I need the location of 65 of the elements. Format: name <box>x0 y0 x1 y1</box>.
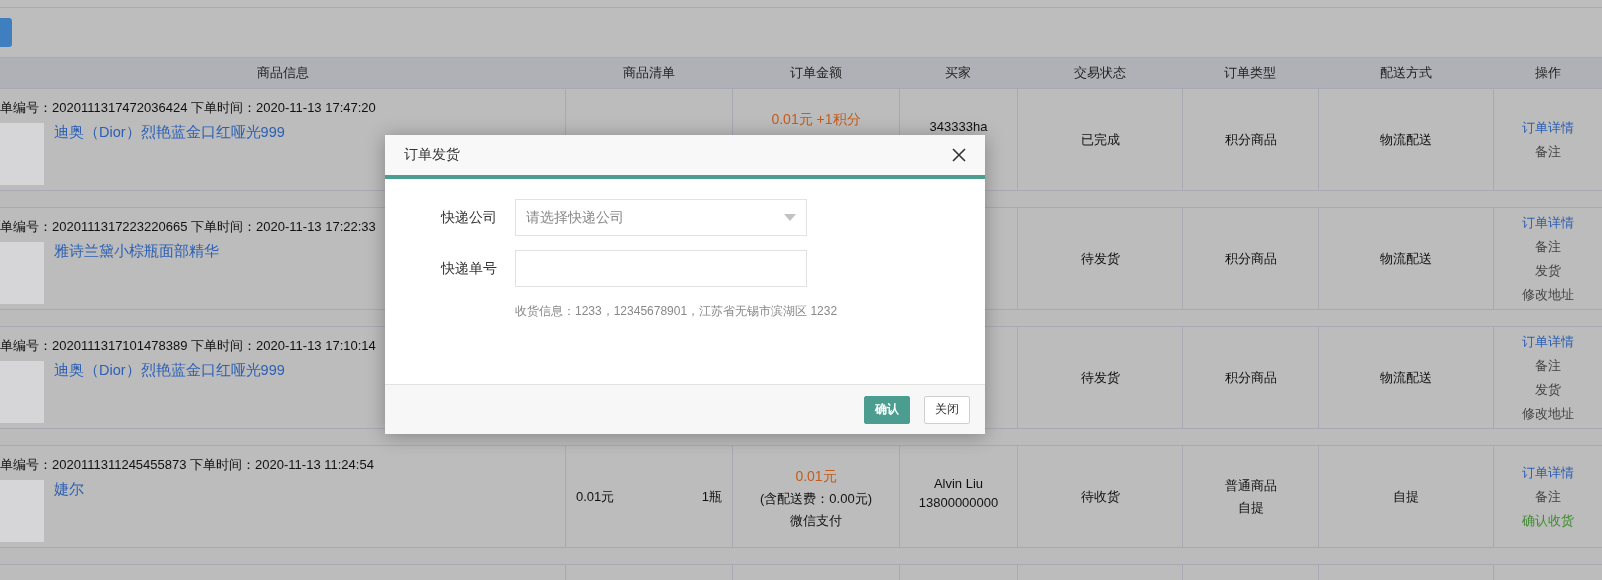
field-label: 快递单号 <box>439 259 497 278</box>
column-header: 操作 <box>1534 64 1561 82</box>
order-status: 待收货 <box>1080 487 1120 506</box>
order-info: 单编号：2020111317472036424 下单时间：2020-11-13 17:47:20 <box>0 99 377 117</box>
order-status: 已完成 <box>1080 130 1120 149</box>
action-link[interactable]: 修改地址 <box>1522 404 1574 423</box>
close-button[interactable]: 关闭 <box>924 395 970 424</box>
action-link[interactable]: 订单详情 <box>1522 463 1574 482</box>
close-button[interactable] <box>951 147 967 163</box>
order-amount: 0.01元 +1积分 <box>771 111 861 129</box>
action-link[interactable]: 订单详情 <box>1522 213 1574 232</box>
column-header: 配送方式 <box>1379 64 1432 82</box>
delivery-method: 物流配送 <box>1380 130 1432 149</box>
action-link[interactable]: 修改地址 <box>1522 285 1574 304</box>
product-link[interactable]: 婕尔 <box>54 480 84 499</box>
column-header: 商品信息 <box>256 64 309 82</box>
column-header: 订单类型 <box>1224 64 1276 82</box>
order-status: 待发货 <box>1080 249 1120 268</box>
product-thumbnail <box>0 361 44 423</box>
order-type: 普通商品 <box>1224 476 1277 495</box>
buyer-info: 343333ha <box>929 119 988 134</box>
order-type: 积分商品 <box>1224 130 1277 149</box>
item-quantity: 1瓶 <box>701 487 722 506</box>
column-header: 订单金额 <box>789 64 842 82</box>
order-type: 积分商品 <box>1224 368 1277 387</box>
amount-detail: (含配送费：0.00元) <box>760 490 872 508</box>
product-thumbnail <box>0 480 44 542</box>
buyer-info: 13800000000 <box>918 495 999 510</box>
column-header: 商品清单 <box>622 64 675 82</box>
action-link[interactable]: 确认收货 <box>1522 511 1574 530</box>
product-link[interactable]: 迪奥（Dior）烈艳蓝金口红哑光999 <box>54 361 285 380</box>
delivery-method: 物流配送 <box>1380 368 1432 387</box>
product-thumbnail <box>0 123 44 185</box>
buyer-info: Alvin Liu <box>933 476 984 491</box>
order-amount: 0.01元 <box>795 468 837 486</box>
confirm-button[interactable]: 确认 <box>864 395 910 424</box>
action-link[interactable]: 备注 <box>1535 487 1561 506</box>
action-link[interactable]: 订单详情 <box>1522 118 1574 137</box>
item-price: 0.01元 <box>576 487 615 506</box>
shipping-info: 收货信息：1233，12345678901，江苏省无锡市滨湖区 1232 <box>515 303 839 320</box>
action-link[interactable]: 订单详情 <box>1522 332 1574 351</box>
amount-detail: 微信支付 <box>790 512 842 530</box>
column-header: 交易状态 <box>1073 64 1126 82</box>
product-link[interactable]: 雅诗兰黛小棕瓶面部精华 <box>54 242 219 261</box>
action-link[interactable]: 备注 <box>1535 356 1561 375</box>
order-type: 积分商品 <box>1224 249 1277 268</box>
action-link[interactable]: 发货 <box>1535 380 1561 399</box>
action-link[interactable]: 发货 <box>1535 261 1561 280</box>
order-type: 自提 <box>1237 498 1264 517</box>
order-status: 待发货 <box>1080 368 1120 387</box>
product-link[interactable]: 迪奥（Dior）烈艳蓝金口红哑光999 <box>54 123 285 142</box>
dialog-title: 订单发货 <box>404 146 460 164</box>
caret-icon <box>784 214 796 221</box>
delivery-method: 自提 <box>1393 487 1419 506</box>
delivery-method: 物流配送 <box>1380 249 1432 268</box>
column-header: 买家 <box>945 64 971 82</box>
select-field[interactable]: 请选择快递公司 <box>515 199 807 236</box>
product-thumbnail <box>0 242 44 304</box>
field-label: 快递公司 <box>439 208 497 227</box>
order-info: 单编号：2020111317223220665 下单时间：2020-11-13 17:22:33 <box>0 218 377 236</box>
action-link[interactable]: 备注 <box>1535 237 1561 256</box>
action-link[interactable]: 备注 <box>1535 142 1561 161</box>
input-field[interactable] <box>515 250 807 287</box>
order-info: 单编号：2020111317101478389 下单时间：2020-11-13 17:10:14 <box>0 337 377 355</box>
order-info: 单编号：2020111311245455873 下单时间：2020-11-13 11:24:54 <box>0 456 375 474</box>
